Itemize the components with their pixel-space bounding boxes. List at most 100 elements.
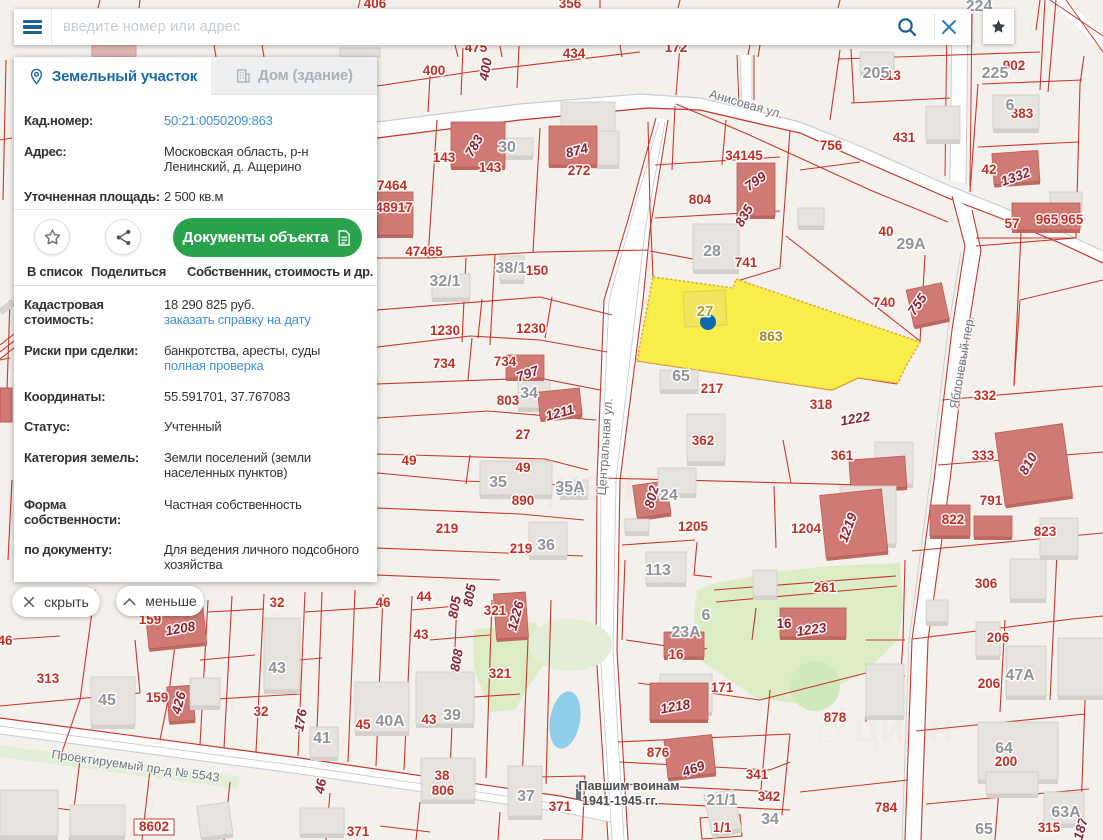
svg-text:6: 6 — [1006, 97, 1015, 114]
svg-text:65: 65 — [672, 368, 690, 385]
svg-text:804: 804 — [689, 192, 712, 207]
svg-text:219: 219 — [436, 521, 459, 536]
svg-text:740: 740 — [873, 295, 896, 310]
svg-text:46: 46 — [312, 777, 330, 796]
svg-text:171: 171 — [711, 680, 734, 695]
svg-text:371: 371 — [549, 799, 572, 814]
svg-text:16: 16 — [668, 647, 684, 662]
svg-text:45: 45 — [355, 717, 371, 732]
svg-text:206: 206 — [987, 630, 1010, 645]
svg-text:333: 333 — [972, 448, 995, 463]
svg-text:803: 803 — [497, 393, 520, 408]
svg-text:784: 784 — [875, 800, 898, 815]
svg-text:1204: 1204 — [791, 521, 822, 536]
svg-text:6: 6 — [702, 607, 711, 624]
svg-text:28: 28 — [703, 243, 721, 260]
svg-text:822: 822 — [942, 512, 965, 527]
svg-text:217: 217 — [701, 381, 724, 396]
svg-text:791: 791 — [980, 493, 1003, 508]
svg-text:29A: 29A — [896, 236, 926, 253]
svg-text:65: 65 — [975, 821, 993, 838]
svg-text:35A: 35A — [555, 479, 585, 496]
svg-text:756: 756 — [820, 138, 843, 153]
svg-text:49: 49 — [515, 460, 530, 475]
svg-text:38: 38 — [434, 768, 450, 783]
svg-text:24: 24 — [660, 487, 678, 504]
svg-text:48917: 48917 — [375, 200, 413, 215]
svg-text:44: 44 — [416, 589, 432, 604]
svg-text:45: 45 — [98, 692, 116, 709]
svg-text:741: 741 — [735, 255, 758, 270]
svg-text:47A: 47A — [1005, 667, 1035, 684]
svg-text:40A: 40A — [375, 713, 405, 730]
svg-text:434: 434 — [563, 46, 586, 61]
svg-text:32: 32 — [269, 595, 284, 610]
svg-text:150: 150 — [526, 263, 549, 278]
svg-text:876: 876 — [647, 745, 670, 760]
svg-text:734: 734 — [433, 356, 456, 371]
svg-text:8602: 8602 — [139, 819, 169, 834]
svg-text:362: 362 — [692, 433, 715, 448]
svg-text:39: 39 — [443, 707, 461, 724]
svg-text:34145: 34145 — [725, 148, 763, 163]
svg-text:7464: 7464 — [377, 178, 408, 193]
svg-text:16: 16 — [776, 616, 792, 631]
svg-text:46: 46 — [375, 595, 391, 610]
svg-text:261: 261 — [814, 580, 837, 595]
svg-text:965: 965 — [1036, 212, 1059, 227]
svg-text:321: 321 — [484, 603, 507, 618]
svg-text:1205: 1205 — [678, 519, 709, 534]
svg-text:400: 400 — [423, 63, 446, 78]
svg-text:47465: 47465 — [405, 244, 443, 259]
svg-text:35: 35 — [489, 474, 507, 491]
svg-text:40: 40 — [878, 224, 893, 239]
svg-text:43: 43 — [413, 627, 429, 642]
svg-text:27: 27 — [515, 427, 530, 442]
svg-text:34: 34 — [520, 385, 538, 402]
svg-text:361: 361 — [831, 448, 854, 463]
svg-text:272: 272 — [568, 163, 591, 178]
svg-text:219: 219 — [510, 541, 533, 556]
svg-text:206: 206 — [978, 676, 1001, 691]
svg-text:34: 34 — [761, 811, 779, 828]
svg-text:1941-1945 гг.: 1941-1945 гг. — [582, 794, 658, 808]
svg-text:806: 806 — [432, 783, 455, 798]
svg-text:23A: 23A — [671, 624, 701, 641]
svg-text:21/1: 21/1 — [706, 792, 737, 809]
svg-text:37: 37 — [517, 788, 535, 805]
svg-text:143: 143 — [433, 150, 456, 165]
svg-text:225: 225 — [982, 65, 1009, 82]
svg-text:27: 27 — [697, 303, 714, 320]
svg-text:863: 863 — [759, 328, 783, 344]
svg-text:878: 878 — [824, 710, 847, 725]
svg-text:306: 306 — [975, 576, 998, 591]
svg-text:57: 57 — [1004, 216, 1019, 231]
svg-text:113: 113 — [645, 562, 671, 579]
svg-text:30: 30 — [498, 139, 516, 156]
svg-text:63A: 63A — [1051, 804, 1081, 821]
svg-text:32: 32 — [253, 704, 268, 719]
svg-text:43: 43 — [421, 712, 437, 727]
svg-text:431: 431 — [893, 130, 916, 145]
svg-text:36: 36 — [537, 537, 555, 554]
svg-text:41: 41 — [313, 730, 331, 747]
svg-text:49: 49 — [401, 453, 416, 468]
svg-text:734: 734 — [494, 354, 517, 369]
svg-text:42: 42 — [981, 162, 996, 177]
svg-text:1/1: 1/1 — [713, 820, 732, 835]
svg-text:143: 143 — [479, 160, 502, 175]
svg-text:341: 341 — [746, 767, 769, 782]
svg-text:Павшим воинам: Павшим воинам — [578, 779, 679, 793]
svg-text:32/1: 32/1 — [429, 273, 460, 290]
svg-text:46: 46 — [0, 633, 13, 648]
svg-text:318: 318 — [810, 397, 833, 412]
svg-text:43: 43 — [268, 660, 286, 677]
svg-text:38/1: 38/1 — [495, 260, 526, 277]
svg-text:890: 890 — [512, 493, 535, 508]
svg-text:371: 371 — [347, 824, 370, 839]
svg-text:332: 332 — [974, 388, 997, 403]
svg-text:321: 321 — [489, 666, 512, 681]
svg-text:205: 205 — [863, 65, 890, 82]
svg-text:64: 64 — [995, 740, 1013, 757]
svg-text:342: 342 — [758, 789, 781, 804]
